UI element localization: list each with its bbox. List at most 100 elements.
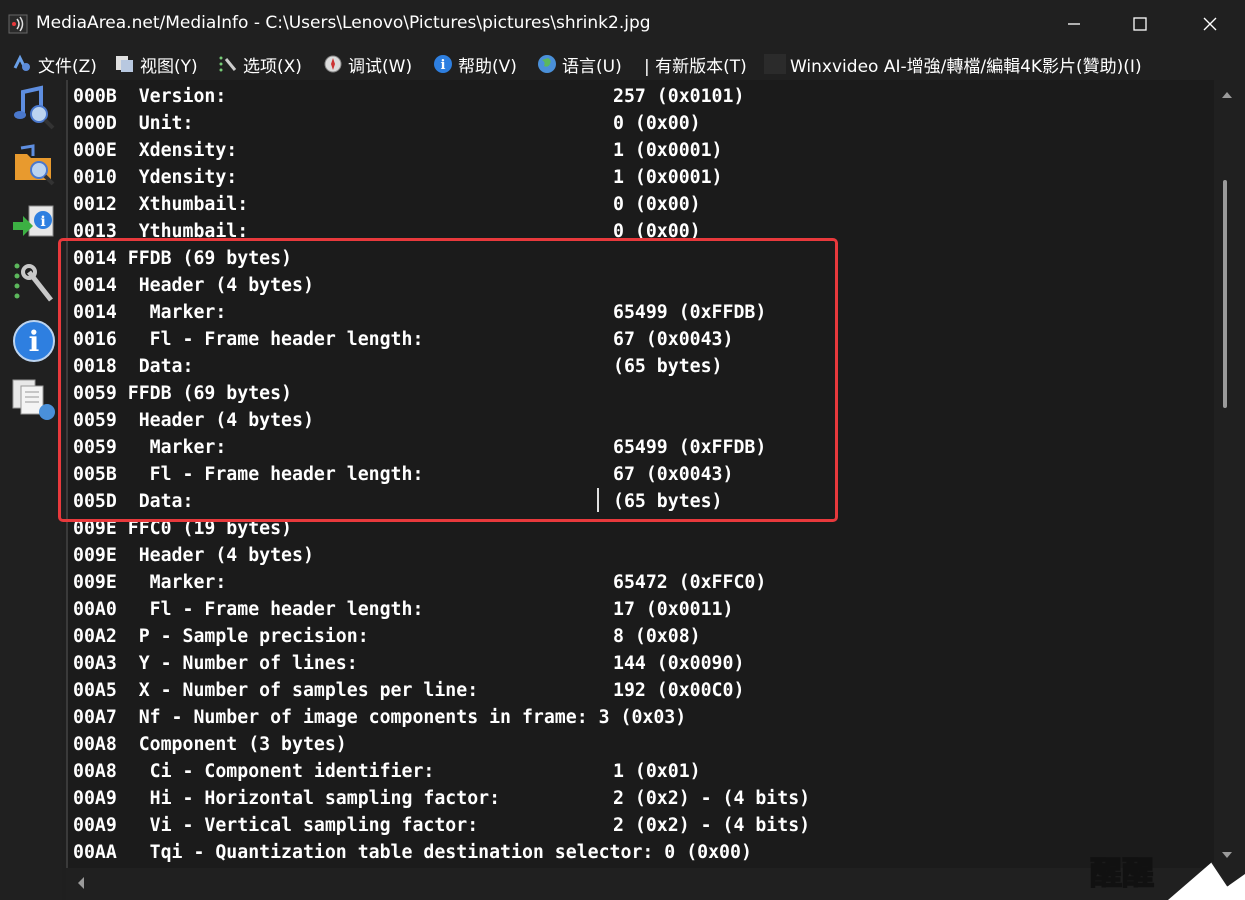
info-line-value: 1 (0x0001) [613, 167, 723, 188]
info-line: 00A2 P - Sample precision: 8 (0x08) [73, 623, 701, 650]
about-icon: i [13, 320, 55, 362]
info-line: 00AA Tqi - Quantization table destinatio… [73, 839, 752, 866]
menu-bar: 文件(Z) 视图(Y) 选项(X) 调试(W) i 帮助(V) 语言(U) | … [0, 48, 1245, 80]
info-line-text: 005D Data: [73, 491, 194, 512]
left-toolbar: i i [0, 80, 62, 900]
info-line: 009E FFC0 (19 bytes) [73, 515, 292, 542]
info-line-text: 0014 Marker: [73, 302, 227, 323]
info-line: 0012 Xthumbail: 0 (0x00) [73, 191, 701, 218]
export-button[interactable]: i [11, 200, 57, 246]
open-file-button[interactable] [11, 84, 57, 130]
open-folder-button[interactable] [11, 142, 57, 188]
cat-ear-decoration [1168, 861, 1245, 900]
vertical-scrollbar[interactable] [1214, 80, 1245, 868]
menu-file[interactable]: 文件(Z) [12, 52, 97, 77]
info-line: 00A8 Component (3 bytes) [73, 731, 347, 758]
help-icon: i [434, 55, 452, 73]
open-folder-icon [15, 144, 55, 186]
info-line-text: 00AA Tqi - Quantization table destinatio… [73, 842, 752, 863]
info-line: 0018 Data: (65 bytes) [73, 353, 723, 380]
info-line-text: 0018 Data: [73, 356, 194, 377]
info-line: 00A3 Y - Number of lines: 144 (0x0090) [73, 650, 744, 677]
info-line-value: 192 (0x00C0) [613, 680, 745, 701]
menu-debug[interactable]: 调试(W) [322, 52, 412, 77]
info-line-value: 8 (0x08) [613, 626, 701, 647]
vertical-scroll-thumb[interactable] [1223, 180, 1227, 408]
info-line-value: 0 (0x00) [613, 221, 701, 242]
info-line-value: 17 (0x0011) [613, 599, 734, 620]
menu-new-version[interactable]: | 有新版本(T) [644, 52, 747, 77]
info-line-value: 65472 (0xFFC0) [613, 572, 767, 593]
menu-view[interactable]: 视图(Y) [114, 52, 198, 77]
info-line-text: 000B Version: [73, 86, 227, 107]
horizontal-scrollbar[interactable] [66, 868, 1245, 900]
info-line-text: 000D Unit: [73, 113, 194, 134]
menu-help[interactable]: i 帮助(V) [432, 52, 517, 77]
info-line-value: (65 bytes) [613, 356, 723, 377]
info-line-value: 0 (0x00) [613, 194, 701, 215]
info-line: 0016 Fl - Frame header length: 67 (0x0043… [73, 326, 733, 353]
menu-options[interactable]: 选项(X) [217, 52, 302, 77]
info-line-text: 00A0 Fl - Frame header length: [73, 599, 424, 620]
open-file-icon [14, 85, 55, 130]
svg-text:i: i [40, 214, 45, 230]
close-icon [1203, 17, 1217, 31]
info-line: 00A9 Hi - Horizontal sampling factor: 2 (… [73, 785, 810, 812]
info-line: 00A0 Fl - Frame header length: 17 (0x0011… [73, 596, 733, 623]
sponsor-icon [764, 54, 786, 74]
info-line-value: 257 (0x0101) [613, 86, 745, 107]
info-line-value: 65499 (0xFFDB) [613, 302, 767, 323]
export-icon: i [13, 205, 54, 237]
info-line-text: 000E Xdensity: [73, 140, 238, 161]
menu-sponsor[interactable]: Winxvideo AI-增強/轉檔/編輯4K影片(贊助)(I) [764, 52, 1142, 77]
info-line-text: 009E Marker: [73, 572, 227, 593]
scroll-left-icon[interactable] [76, 876, 86, 890]
info-line: 0014 FFDB (69 bytes) [73, 245, 292, 272]
info-line: 0014 Header (4 bytes) [73, 272, 314, 299]
info-line: 000D Unit: 0 (0x00) [73, 110, 701, 137]
info-line: 00A5 X - Number of samples per line: 192 … [73, 677, 744, 704]
info-line-value: 1 (0x01) [613, 761, 701, 782]
options-icon [219, 56, 237, 72]
info-line: 005D Data: (65 bytes) [73, 488, 723, 515]
info-line-text: 00A8 Component (3 bytes) [73, 734, 347, 755]
window-title: MediaArea.net/MediaInfo - C:\Users\Lenov… [36, 13, 651, 33]
menu-file-label: 文件(Z) [38, 56, 97, 77]
info-line-text: 00A9 Hi - Horizontal sampling factor: [73, 788, 501, 809]
info-line-text: 0013 Ythumbail: [73, 221, 249, 242]
info-text-area[interactable]: 000B Version: 257 (0x0101) 000D Unit: 0 (0x… [66, 80, 1216, 868]
text-cursor [597, 488, 599, 512]
minimize-button[interactable] [1044, 0, 1104, 48]
close-button[interactable] [1180, 0, 1240, 48]
info-line-text: 0014 Header (4 bytes) [73, 275, 314, 296]
sheet-view-button[interactable] [11, 376, 57, 422]
info-line-value: 65499 (0xFFDB) [613, 437, 767, 458]
info-line-text: 0059 FFDB (69 bytes) [73, 383, 292, 404]
sheet-view-icon [12, 379, 55, 420]
menu-options-label: 选项(X) [243, 56, 302, 77]
info-line: 0014 Marker: 65499 (0xFFDB) [73, 299, 766, 326]
menu-language[interactable]: 语言(U) [536, 52, 622, 77]
maximize-icon [1133, 17, 1147, 31]
maximize-button[interactable] [1110, 0, 1170, 48]
info-line-text: 00A5 X - Number of samples per line: [73, 680, 479, 701]
about-button[interactable]: i [11, 318, 57, 364]
info-line: 00A9 Vi - Vertical sampling factor: 2 (0x… [73, 812, 810, 839]
minimize-icon [1068, 23, 1080, 25]
info-line-text: 0012 Xthumbail: [73, 194, 249, 215]
scroll-up-icon[interactable] [1221, 90, 1233, 100]
info-line: 0013 Ythumbail: 0 (0x00) [73, 218, 701, 245]
svg-text:i: i [441, 58, 446, 73]
info-line-text: 0059 Header (4 bytes) [73, 410, 314, 431]
info-line-text: 00A9 Vi - Vertical sampling factor: [73, 815, 479, 836]
info-line: 0059 Header (4 bytes) [73, 407, 314, 434]
info-line-value: 2 (0x2) - (4 bits) [613, 788, 811, 809]
info-line-value: 67 (0x0043) [613, 329, 734, 350]
info-line: 00A8 Ci - Component identifier: 1 (0x01) [73, 758, 701, 785]
preferences-icon [14, 263, 53, 302]
info-line-text: 005B Fl - Frame header length: [73, 464, 424, 485]
preferences-button[interactable] [11, 260, 57, 306]
info-line-text: 00A8 Ci - Component identifier: [73, 761, 435, 782]
info-line-value: 67 (0x0043) [613, 464, 734, 485]
info-line-value: 1 (0x0001) [613, 140, 723, 161]
